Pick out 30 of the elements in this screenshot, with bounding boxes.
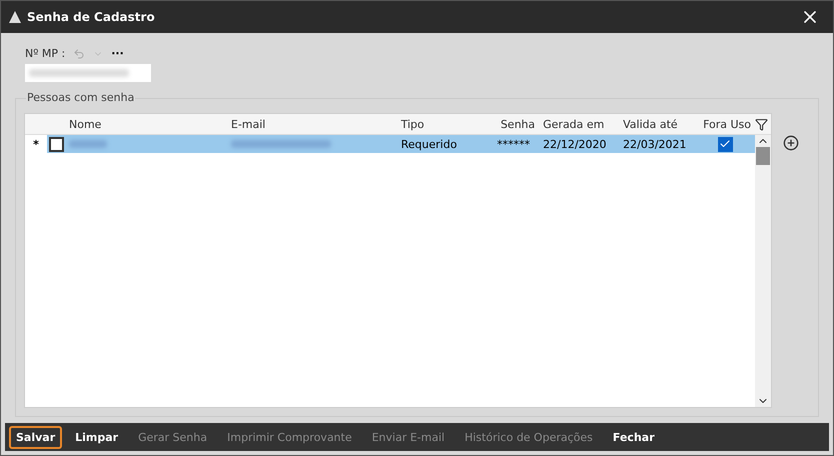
column-header[interactable]: Valida até <box>619 118 695 130</box>
table-cell-text: Requerido <box>400 138 458 150</box>
field-label: Nº MP : <box>25 47 66 60</box>
footer-button[interactable]: Fechar <box>606 426 662 448</box>
table-cell-text: 22/12/2020 <box>542 138 608 150</box>
column-header[interactable]: Tipo <box>397 118 493 130</box>
add-icon[interactable] <box>783 135 799 151</box>
group-title: Pessoas com senha <box>26 91 136 104</box>
footer-button[interactable]: Salvar <box>9 426 62 448</box>
column-header[interactable]: E-mail <box>227 118 397 130</box>
check-icon <box>719 138 731 150</box>
row-marker: * <box>25 135 47 153</box>
checkbox[interactable] <box>718 136 732 152</box>
column-header[interactable]: Fora Uso <box>695 118 755 130</box>
checkbox[interactable] <box>49 136 64 152</box>
column-header[interactable]: Gerada em <box>539 118 619 130</box>
redacted-text <box>69 140 107 148</box>
window-title: Senha de Cadastro <box>27 10 156 24</box>
table-cell-text: 22/03/2021 <box>622 138 688 150</box>
logo-icon <box>9 11 21 23</box>
filter-icon[interactable] <box>755 118 768 130</box>
column-header[interactable]: Senha <box>493 118 539 130</box>
footer-button[interactable]: Limpar <box>68 426 126 448</box>
column-header[interactable]: Nome <box>65 118 227 130</box>
scrollbar-thumb[interactable] <box>756 147 770 165</box>
table-cell-text: ****** <box>496 138 531 150</box>
input-field[interactable] <box>25 64 151 82</box>
more-button[interactable]: ··· <box>111 47 124 60</box>
table-row[interactable]: * Requerido ****** 22/12/2020 22/03/2021 <box>25 135 755 153</box>
scrollbar[interactable] <box>755 135 771 407</box>
